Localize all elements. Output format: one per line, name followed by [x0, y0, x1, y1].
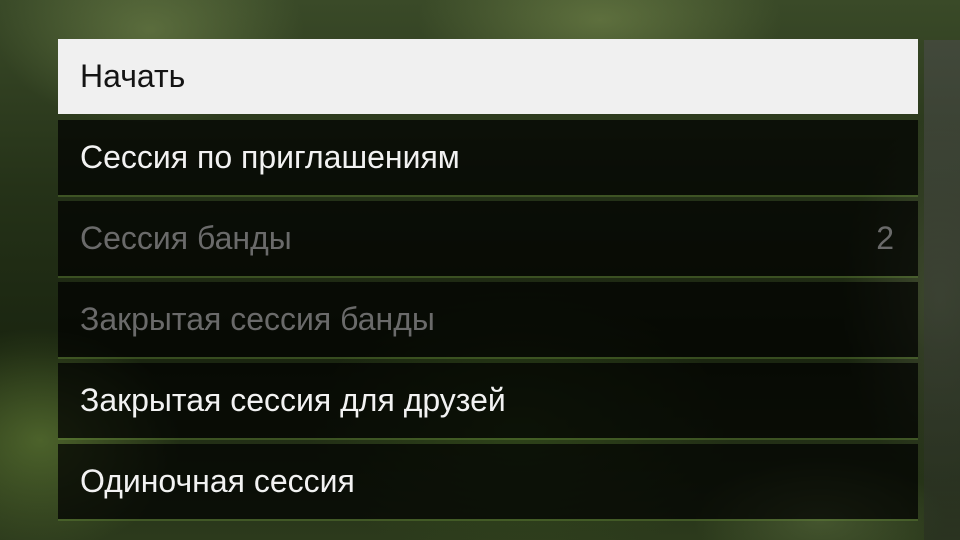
menu-item-label: Начать	[80, 58, 186, 94]
menu-item-solo-session[interactable]: Одиночная сессия	[58, 444, 918, 519]
menu-item-closed-crew-session[interactable]: Закрытая сессия банды	[58, 282, 918, 357]
menu-item-closed-friend-session[interactable]: Закрытая сессия для друзей	[58, 363, 918, 438]
menu-item-start[interactable]: Начать	[58, 39, 918, 114]
menu-item-label: Сессия по приглашениям	[80, 139, 460, 175]
menu-item-label: Сессия банды	[80, 220, 292, 256]
menu-item-invite-only-session[interactable]: Сессия по приглашениям	[58, 120, 918, 195]
session-menu: Начать Сессия по приглашениям Сессия бан…	[58, 39, 918, 525]
crew-count-badge: 2	[876, 220, 894, 256]
right-panel-edge	[924, 40, 960, 540]
menu-item-label: Одиночная сессия	[80, 463, 355, 499]
menu-item-crew-session[interactable]: Сессия банды 2	[58, 201, 918, 276]
menu-item-label: Закрытая сессия банды	[80, 301, 435, 337]
menu-item-label: Закрытая сессия для друзей	[80, 382, 506, 418]
